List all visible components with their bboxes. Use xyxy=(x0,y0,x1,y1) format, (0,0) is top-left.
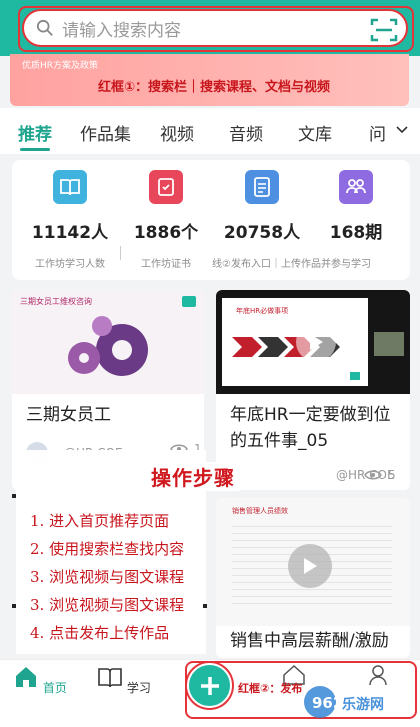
gear-illustration-icon xyxy=(68,316,148,376)
video-card[interactable]: 年底HR必做事项 年底HR一定要做到位的五件事_05 @HR COE 5 xyxy=(216,290,410,490)
scan-icon[interactable] xyxy=(370,17,398,43)
document-icon xyxy=(245,170,279,204)
search-bar[interactable]: 请输入搜索内容 xyxy=(22,9,408,47)
play-icon[interactable] xyxy=(288,544,332,588)
tab-portfolio[interactable]: 作品集 xyxy=(80,120,131,145)
banner-annotation: 红框①：搜索栏｜搜索课程、文档与视频 xyxy=(98,80,331,95)
search-icon xyxy=(36,19,53,36)
video-thumbnail: 销售管理人员绩效 xyxy=(216,498,410,626)
open-book-icon xyxy=(98,668,122,688)
card-title: 三期女员工 xyxy=(26,405,111,425)
step-item: 2. 使用搜索栏查找内容 xyxy=(30,540,185,558)
stat-certificates[interactable]: 1886个 工作坊证书 xyxy=(118,160,214,270)
divider xyxy=(12,494,16,498)
video-thumbnail: 三期女员工维权咨询 xyxy=(12,290,204,394)
tab-library[interactable]: 文库 xyxy=(298,120,332,145)
tab-qa[interactable]: 问 xyxy=(369,120,386,145)
stat-label: 线②发布入口｜上传作品并参与学习 xyxy=(212,259,371,270)
nav-home[interactable]: 首页 xyxy=(10,664,70,696)
eye-icon xyxy=(364,470,382,480)
stat-value: 20758人 xyxy=(223,223,301,243)
play-icon[interactable] xyxy=(296,322,336,362)
tab-recommend[interactable]: 推荐 xyxy=(18,120,52,145)
site-watermark: 962 乐游网 xyxy=(304,686,384,718)
plus-icon xyxy=(200,676,219,695)
card-title: 销售中高层薪酬/激励 xyxy=(230,631,389,651)
active-tab-indicator xyxy=(20,148,50,151)
nav-label: 首页 xyxy=(42,681,67,695)
people-icon xyxy=(339,170,373,204)
tab-video[interactable]: 视频 xyxy=(160,120,194,145)
publish-button[interactable] xyxy=(187,663,232,708)
nav-label: 学习 xyxy=(126,681,151,695)
stat-value: 1886个 xyxy=(133,223,199,243)
search-placeholder[interactable]: 请输入搜索内容 xyxy=(62,16,181,41)
step-item: 3. 浏览视频与图文课程 xyxy=(30,596,185,614)
stat-value: 168期 xyxy=(329,223,383,243)
stat-issues[interactable]: 168期 xyxy=(308,160,404,255)
tab-audio[interactable]: 音频 xyxy=(229,120,263,145)
stat-learners[interactable]: 11142人 工作坊学习人数 xyxy=(22,160,118,270)
video-thumbnail: 年底HR必做事项 xyxy=(216,290,410,394)
stats-card: 11142人 工作坊学习人数 1886个 工作坊证书 20758人 线②发布入口… xyxy=(12,160,410,280)
stat-label: 工作坊证书 xyxy=(141,259,191,270)
thumbnail-caption: 三期女员工维权咨询 xyxy=(20,297,92,306)
slide-preview: 年底HR必做事项 xyxy=(222,298,368,386)
step-item: 4. 点击发布上传作品 xyxy=(30,624,170,642)
view-count: 5 xyxy=(364,468,396,482)
card-title: 年底HR一定要做到位的五件事_05 xyxy=(230,405,391,451)
certificate-icon xyxy=(149,170,183,204)
steps-title: 操作步骤 xyxy=(147,462,239,491)
stat-publish[interactable]: 20758人 线②发布入口｜上传作品并参与学习 xyxy=(212,160,371,270)
divider xyxy=(12,604,16,608)
category-tabs: 推荐 作品集 视频 音频 文库 问 xyxy=(0,108,420,154)
presenter-video xyxy=(374,332,404,356)
step-item: 3. 浏览视频与图文课程 xyxy=(30,568,185,586)
home-icon xyxy=(16,667,37,687)
stat-value: 11142人 xyxy=(31,223,109,243)
stat-label: 工作坊学习人数 xyxy=(35,259,105,270)
views-value: 5 xyxy=(388,468,396,482)
thumbnail-caption: 年底HR必做事项 xyxy=(236,307,289,315)
step-item: 1. 进入首页推荐页面 xyxy=(30,512,170,530)
nav-learn[interactable]: 学习 xyxy=(94,664,154,696)
banner-subtitle: 优质HR方案及政策 xyxy=(22,61,99,71)
divider xyxy=(203,604,207,608)
thumbnail-caption: 销售管理人员绩效 xyxy=(232,507,288,515)
svg-text:乐游网: 乐游网 xyxy=(342,696,384,713)
video-badge-icon xyxy=(350,372,360,380)
chevron-down-icon[interactable] xyxy=(396,124,408,136)
video-card[interactable]: 销售管理人员绩效 销售中高层薪酬/激励 xyxy=(216,498,410,658)
publish-annotation: 红框②：发布 xyxy=(238,682,303,695)
promo-banner[interactable]: 优质HR方案及政策 红框①：搜索栏｜搜索课程、文档与视频 xyxy=(10,54,409,106)
svg-text:962: 962 xyxy=(312,694,343,712)
book-icon xyxy=(53,170,87,204)
video-badge-icon xyxy=(182,296,196,307)
